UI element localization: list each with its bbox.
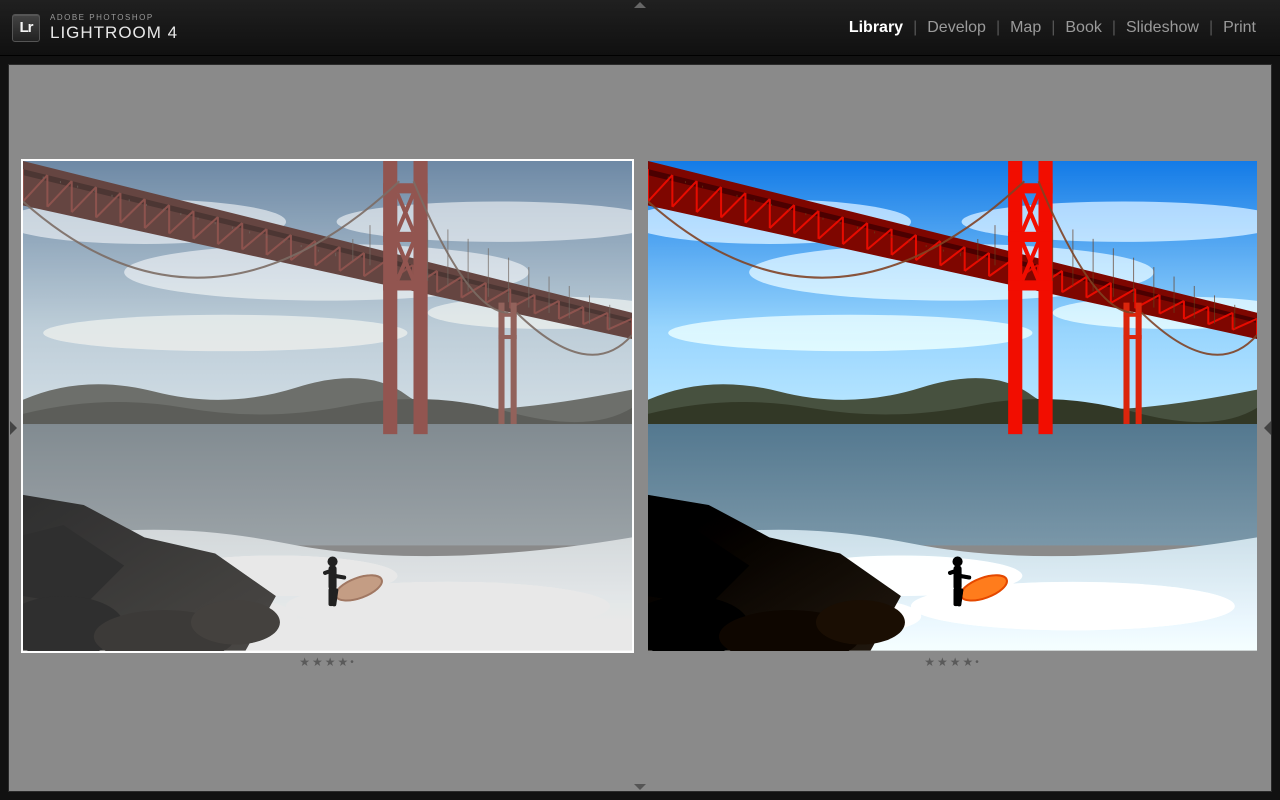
module-separator: | bbox=[992, 19, 1004, 37]
rating-empty-icon[interactable]: • bbox=[350, 657, 356, 668]
canvas: ★★★★• bbox=[8, 64, 1272, 792]
module-develop[interactable]: Develop bbox=[921, 19, 992, 37]
star-icon[interactable]: ★ bbox=[924, 655, 937, 669]
photo-right[interactable] bbox=[648, 161, 1257, 651]
app-product-line: LIGHTROOM 4 bbox=[50, 24, 178, 41]
compare-pane-left: ★★★★• bbox=[23, 161, 632, 669]
rating-left[interactable]: ★★★★• bbox=[299, 655, 356, 669]
module-separator: | bbox=[909, 19, 921, 37]
star-icon[interactable]: ★ bbox=[963, 655, 976, 669]
app-brand-line: ADOBE PHOTOSHOP bbox=[50, 14, 178, 22]
app-title: ADOBE PHOTOSHOP LIGHTROOM 4 bbox=[50, 14, 178, 41]
star-icon[interactable]: ★ bbox=[950, 655, 963, 669]
app-logo-initials: Lr bbox=[20, 19, 33, 36]
photo-left[interactable] bbox=[23, 161, 632, 651]
star-icon[interactable]: ★ bbox=[299, 655, 312, 669]
compare-view: ★★★★• bbox=[23, 161, 1257, 669]
top-bar: Lr ADOBE PHOTOSHOP LIGHTROOM 4 Library|D… bbox=[0, 0, 1280, 56]
module-picker: Library|Develop|Map|Book|Slideshow|Print bbox=[843, 19, 1262, 37]
rating-right[interactable]: ★★★★• bbox=[924, 655, 981, 669]
star-icon[interactable]: ★ bbox=[937, 655, 950, 669]
module-separator: | bbox=[1108, 19, 1120, 37]
module-separator: | bbox=[1047, 19, 1059, 37]
app-logo-badge: Lr bbox=[12, 14, 40, 42]
module-separator: | bbox=[1205, 19, 1217, 37]
module-print[interactable]: Print bbox=[1217, 19, 1262, 37]
rating-empty-icon[interactable]: • bbox=[975, 657, 981, 668]
filmstrip-toggle[interactable] bbox=[620, 781, 660, 791]
compare-pane-right: ★★★★• bbox=[648, 161, 1257, 669]
star-icon[interactable]: ★ bbox=[312, 655, 325, 669]
module-library[interactable]: Library bbox=[843, 19, 909, 37]
left-panel-toggle[interactable] bbox=[7, 404, 19, 452]
module-map[interactable]: Map bbox=[1004, 19, 1047, 37]
right-panel-toggle[interactable] bbox=[1261, 404, 1273, 452]
workspace: ★★★★• bbox=[0, 56, 1280, 800]
module-book[interactable]: Book bbox=[1059, 19, 1107, 37]
star-icon[interactable]: ★ bbox=[338, 655, 351, 669]
top-panel-toggle[interactable] bbox=[620, 0, 660, 10]
star-icon[interactable]: ★ bbox=[325, 655, 338, 669]
module-slideshow[interactable]: Slideshow bbox=[1120, 19, 1205, 37]
